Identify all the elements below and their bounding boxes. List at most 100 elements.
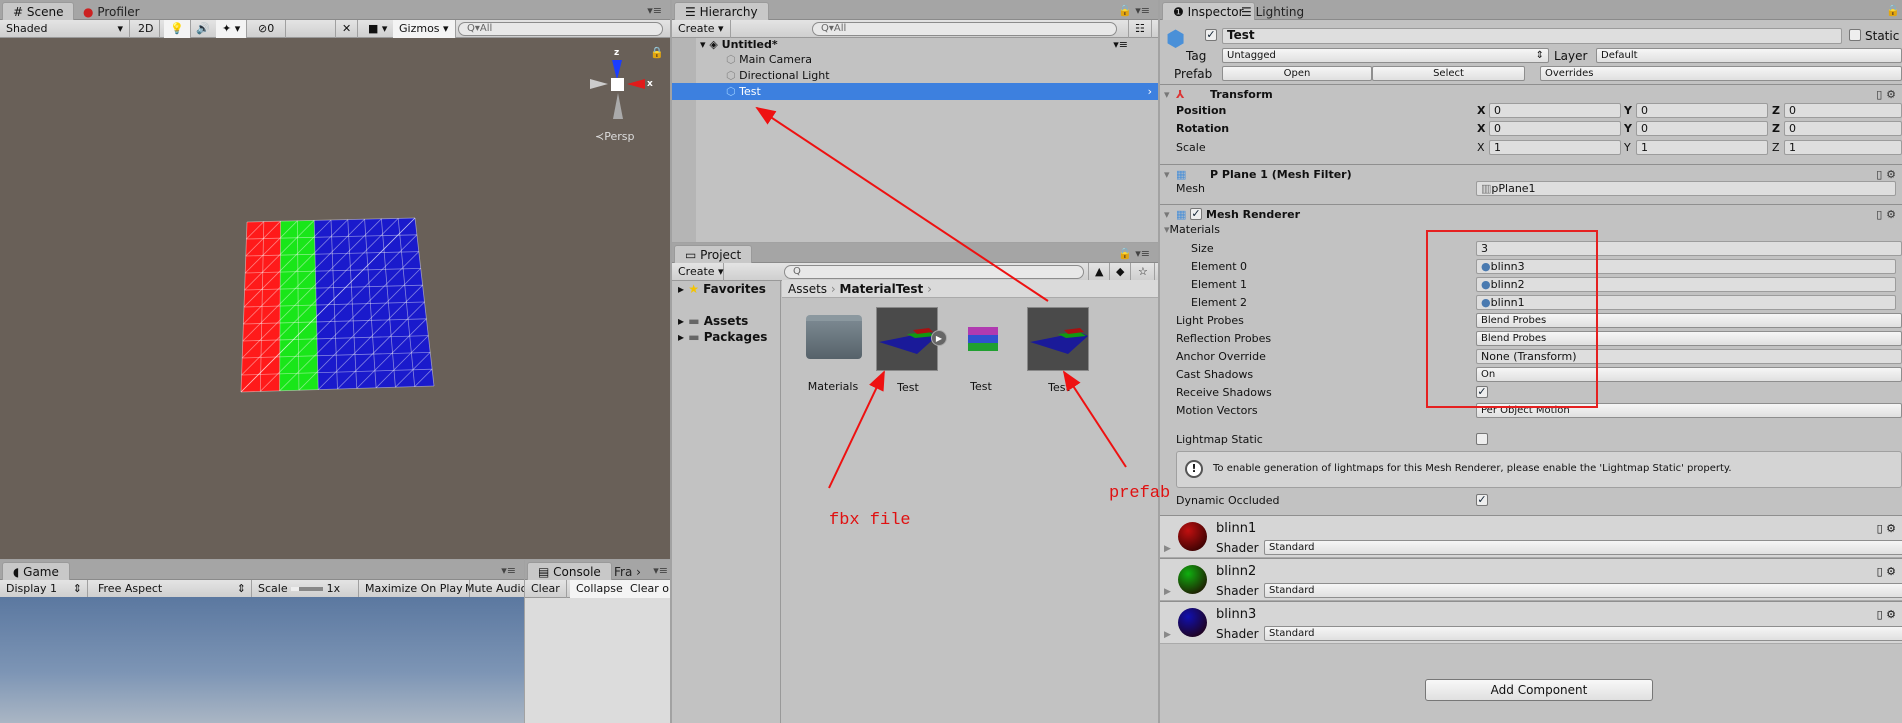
- filter-by-label-icon[interactable]: ◆: [1110, 263, 1132, 281]
- mesh-renderer-header[interactable]: ▾ ▦ ✓ Mesh Renderer ▯ ⚙: [1160, 204, 1902, 224]
- materials-foldout[interactable]: ▾Materials: [1164, 223, 1220, 236]
- mesh-renderer-enabled-checkbox[interactable]: ✓: [1190, 208, 1202, 220]
- tab-game[interactable]: ◖ Game: [2, 562, 70, 580]
- neg-x-cone-icon[interactable]: [590, 79, 608, 89]
- prefab-open-button[interactable]: Open: [1222, 66, 1372, 81]
- object-name-input[interactable]: Test: [1222, 28, 1842, 44]
- scene-viewport[interactable]: [0, 38, 670, 559]
- tab-project[interactable]: ▭ Project: [674, 245, 753, 263]
- help-and-settings-icon[interactable]: ▯ ⚙: [1877, 565, 1896, 578]
- panel-menu-icon[interactable]: 🔒 ▾≡: [1118, 247, 1150, 260]
- tag-dropdown[interactable]: Untagged ⇕: [1222, 48, 1549, 63]
- panel-menu-icon[interactable]: ▾≡: [653, 564, 668, 577]
- lock-icon[interactable]: 🔒: [1886, 4, 1900, 17]
- game-view[interactable]: [0, 597, 524, 723]
- mesh-renderer-icon: ▦: [1176, 208, 1187, 221]
- panel-menu-icon[interactable]: ▾≡: [501, 564, 516, 577]
- lock-icon[interactable]: 🔒: [650, 46, 664, 59]
- z-axis-cone-icon[interactable]: [612, 60, 622, 80]
- foldout-arrow-icon[interactable]: ▶: [1164, 630, 1171, 640]
- orientation-gizmo[interactable]: z x ≺Persp: [575, 46, 655, 146]
- gizmo-center[interactable]: [611, 78, 624, 91]
- transform-header[interactable]: ▾ ⅄ Transform ▯ ⚙: [1160, 84, 1902, 104]
- asset-test-archive[interactable]: Test: [950, 307, 1012, 393]
- hierarchy-search-input[interactable]: Q▾All: [812, 22, 1117, 36]
- tree-packages[interactable]: ▸ ▬ Packages: [672, 329, 780, 346]
- clear-on-play-toggle[interactable]: Clear o: [624, 580, 670, 598]
- scene-search-input[interactable]: Q▾All: [458, 22, 663, 36]
- hierarchy-item-main-camera[interactable]: ⬡ Main Camera: [672, 51, 1158, 68]
- lightmap-static-checkbox[interactable]: [1476, 433, 1488, 445]
- dynamic-occluded-checkbox[interactable]: ✓: [1476, 494, 1488, 506]
- effects-toggle-icon[interactable]: ✦ ▾: [216, 20, 248, 38]
- clear-button[interactable]: Clear: [525, 580, 567, 598]
- display-dropdown[interactable]: Display 1 ⇕: [0, 580, 88, 598]
- asset-test-model[interactable]: Test ▶: [876, 307, 947, 394]
- shader-dropdown[interactable]: Standard: [1264, 583, 1902, 598]
- active-checkbox[interactable]: ✓: [1205, 29, 1217, 41]
- asset-materials[interactable]: Materials: [802, 307, 864, 393]
- audio-toggle-icon[interactable]: 🔊: [190, 20, 217, 38]
- x-axis-cone-icon[interactable]: [627, 79, 645, 89]
- scale-slider[interactable]: Scale 1x: [252, 580, 359, 598]
- shader-dropdown[interactable]: Standard: [1264, 626, 1902, 641]
- position-y-input[interactable]: 0: [1636, 103, 1768, 118]
- scale-z-input[interactable]: 1: [1784, 140, 1902, 155]
- panel-menu-icon[interactable]: 🔒 ▾≡: [1118, 4, 1150, 17]
- tree-assets[interactable]: ▸ ▬ Assets: [672, 313, 780, 330]
- add-component-button[interactable]: Add Component: [1425, 679, 1653, 701]
- maximize-on-play-toggle[interactable]: Maximize On Play: [359, 580, 470, 598]
- breadcrumb-assets[interactable]: Assets: [788, 282, 827, 296]
- projection-label[interactable]: ≺Persp: [595, 130, 634, 143]
- mesh-field[interactable]: ▥pPlane1: [1476, 181, 1896, 196]
- rotation-y-input[interactable]: 0: [1636, 121, 1768, 136]
- asset-test-prefab[interactable]: Test: [1027, 307, 1089, 394]
- foldout-arrow-icon[interactable]: ▶: [1164, 587, 1171, 597]
- aspect-dropdown[interactable]: Free Aspect ⇕: [92, 580, 252, 598]
- collapse-toggle[interactable]: Collapse: [570, 580, 630, 598]
- project-search-input[interactable]: Q: [784, 265, 1084, 279]
- expand-play-icon[interactable]: ▶: [931, 330, 947, 346]
- scale-y-input[interactable]: 1: [1636, 140, 1768, 155]
- rotation-x-input[interactable]: 0: [1489, 121, 1621, 136]
- mute-audio-toggle[interactable]: Mute Audio: [459, 580, 524, 598]
- tab-lighting[interactable]: ☰ Lighting: [1230, 2, 1315, 20]
- help-and-settings-icon[interactable]: ▯ ⚙: [1877, 522, 1896, 535]
- tab-frame-debugger[interactable]: Fra ›: [609, 562, 646, 580]
- scale-x-input[interactable]: 1: [1489, 140, 1621, 155]
- panel-menu-icon[interactable]: ▾≡: [647, 4, 662, 17]
- neg-y-cone-icon[interactable]: [613, 93, 623, 119]
- tab-scene[interactable]: # Scene: [2, 2, 75, 20]
- lighting-toggle-icon[interactable]: 💡: [164, 20, 191, 38]
- create-dropdown[interactable]: Create ▾: [672, 263, 724, 281]
- tab-profiler[interactable]: ● Profiler: [72, 2, 151, 20]
- filter-by-type-icon[interactable]: ▲: [1088, 263, 1111, 281]
- shader-dropdown[interactable]: Standard: [1264, 540, 1902, 555]
- position-z-input[interactable]: 0: [1784, 103, 1902, 118]
- foldout-arrow-icon[interactable]: ▶: [1164, 544, 1171, 554]
- project-toolbar: Create ▾ Q ▲ ◆ ☆: [672, 263, 1158, 281]
- lighting-icon: ☰: [1241, 5, 1252, 19]
- tools-icon[interactable]: ✕: [335, 20, 359, 38]
- 2d-toggle[interactable]: 2D: [132, 20, 161, 38]
- tab-hierarchy[interactable]: ☰ Hierarchy: [674, 2, 769, 20]
- hierarchy-item-directional-light[interactable]: ⬡ Directional Light: [672, 67, 1158, 84]
- prefab-select-button[interactable]: Select: [1372, 66, 1525, 81]
- tree-favorites[interactable]: ▸ ★ Favorites: [672, 281, 780, 298]
- rotation-z-input[interactable]: 0: [1784, 121, 1902, 136]
- help-and-settings-icon[interactable]: ▯ ⚙: [1877, 608, 1896, 621]
- hidden-objects-button[interactable]: ⊘0: [252, 20, 286, 38]
- help-and-settings-icon[interactable]: ▯ ⚙: [1876, 85, 1896, 104]
- gizmos-dropdown[interactable]: Gizmos ▾: [393, 20, 456, 38]
- layer-dropdown[interactable]: Default: [1596, 48, 1902, 63]
- tab-console[interactable]: ▤ Console: [527, 562, 612, 580]
- position-x-input[interactable]: 0: [1489, 103, 1621, 118]
- static-checkbox[interactable]: [1849, 29, 1861, 41]
- hierarchy-item-test[interactable]: ⬡ Test ›: [672, 83, 1158, 100]
- help-and-settings-icon[interactable]: ▯ ⚙: [1876, 205, 1896, 224]
- favorite-star-icon[interactable]: ☆: [1132, 263, 1155, 281]
- prefab-overrides-dropdown[interactable]: Overrides: [1540, 66, 1902, 81]
- camera-icon[interactable]: ■ ▾: [362, 20, 395, 38]
- shading-dropdown[interactable]: Shaded ▾: [0, 20, 130, 38]
- breadcrumb-materialtest[interactable]: MaterialTest: [840, 282, 924, 296]
